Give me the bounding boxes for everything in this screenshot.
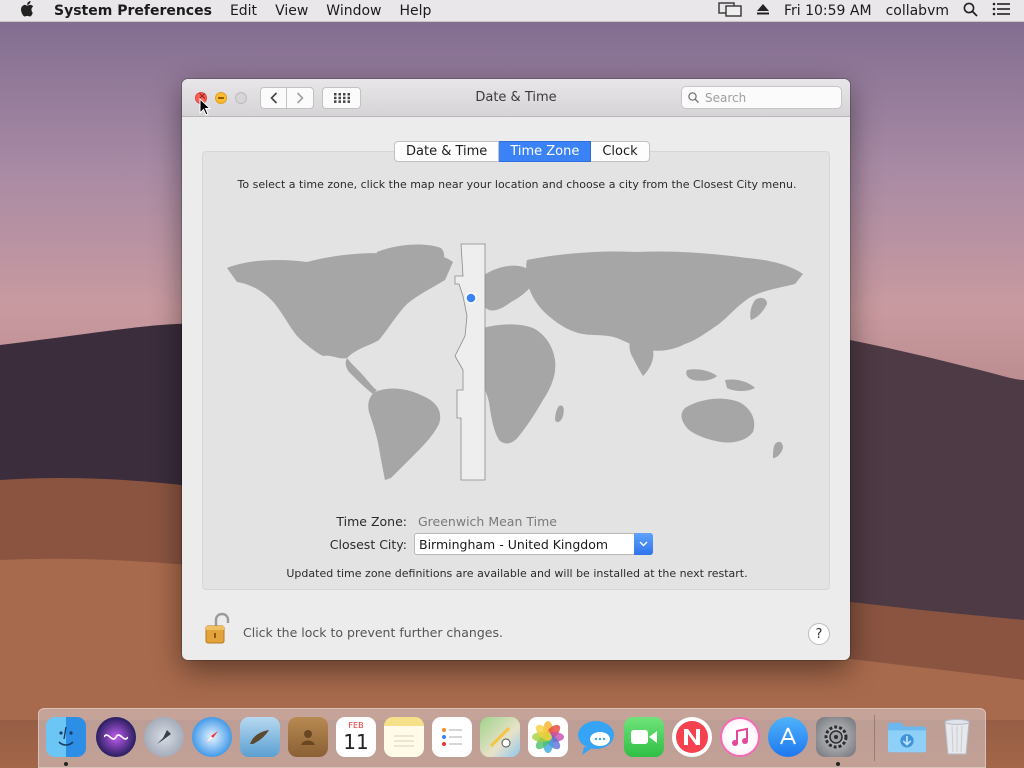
facetime-icon[interactable] (624, 717, 664, 757)
help-button[interactable]: ? (808, 623, 830, 645)
search-icon (688, 92, 699, 103)
siri-icon[interactable] (96, 717, 136, 757)
closest-city-combobox[interactable]: Birmingham - United Kingdom (414, 533, 653, 555)
date-time-window: × Date & Time Date & (182, 79, 850, 660)
time-zone-panel: To select a time zone, click the map nea… (202, 151, 830, 590)
time-zone-value: Greenwich Mean Time (418, 514, 557, 529)
dock: FEB 11 (38, 708, 986, 768)
photos-icon[interactable] (528, 717, 568, 757)
app-name-menu[interactable]: System Preferences (54, 3, 212, 19)
downloads-folder-icon[interactable] (887, 717, 927, 757)
finder-icon[interactable] (46, 717, 86, 757)
display-mirroring-icon[interactable] (718, 1, 742, 21)
lock-message: Click the lock to prevent further change… (243, 625, 503, 640)
dock-separator (874, 715, 875, 761)
tab-time-zone[interactable]: Time Zone (499, 141, 592, 162)
apple-menu-icon[interactable] (18, 0, 36, 21)
calendar-day: 11 (343, 730, 369, 754)
itunes-icon[interactable] (720, 717, 760, 757)
app-store-icon[interactable] (768, 717, 808, 757)
title-bar[interactable]: × Date & Time (182, 79, 850, 117)
system-preferences-running-indicator (836, 762, 840, 766)
mail-icon[interactable] (240, 717, 280, 757)
calendar-icon[interactable]: FEB 11 (336, 717, 376, 757)
spotlight-search-icon[interactable] (963, 2, 978, 21)
instructions-text: To select a time zone, click the map nea… (237, 178, 797, 191)
system-preferences-icon[interactable] (816, 717, 856, 757)
world-map[interactable] (227, 240, 807, 485)
menu-view[interactable]: View (275, 3, 308, 19)
launchpad-icon[interactable] (144, 717, 184, 757)
news-icon[interactable] (672, 717, 712, 757)
location-pin-icon (465, 292, 477, 304)
gmt-time-zone-band (454, 243, 486, 481)
closest-city-dropdown-button[interactable] (634, 533, 653, 555)
search-input[interactable] (705, 90, 825, 105)
tab-date-time[interactable]: Date & Time (394, 141, 500, 162)
notification-center-icon[interactable] (992, 2, 1010, 20)
unlocked-padlock-icon (205, 612, 230, 644)
menubar-user[interactable]: collabvm (886, 3, 949, 19)
menubar-clock[interactable]: Fri 10:59 AM (784, 3, 872, 19)
menu-window[interactable]: Window (326, 3, 381, 19)
search-field[interactable] (681, 86, 842, 109)
messages-icon[interactable] (576, 717, 616, 757)
contacts-icon[interactable] (288, 717, 328, 757)
tab-clock[interactable]: Clock (591, 141, 650, 162)
chevron-down-icon (639, 541, 648, 547)
maps-icon[interactable] (480, 717, 520, 757)
menu-edit[interactable]: Edit (230, 3, 257, 19)
notes-icon[interactable] (384, 717, 424, 757)
closest-city-value: Birmingham - United Kingdom (419, 536, 609, 552)
eject-icon[interactable] (756, 2, 770, 20)
safari-icon[interactable] (192, 717, 232, 757)
menu-bar: System Preferences Edit View Window Help… (0, 0, 1024, 22)
trash-icon[interactable] (937, 717, 977, 757)
time-zone-label: Time Zone: (336, 514, 407, 529)
finder-running-indicator (64, 762, 68, 766)
reminders-icon[interactable] (432, 717, 472, 757)
menu-help[interactable]: Help (400, 3, 432, 19)
update-notice: Updated time zone definitions are availa… (286, 567, 748, 580)
mouse-cursor-icon (199, 98, 211, 116)
lock-button[interactable] (204, 612, 230, 646)
tab-bar: Date & Time Time Zone Clock (394, 141, 650, 162)
closest-city-label: Closest City: (329, 537, 407, 552)
